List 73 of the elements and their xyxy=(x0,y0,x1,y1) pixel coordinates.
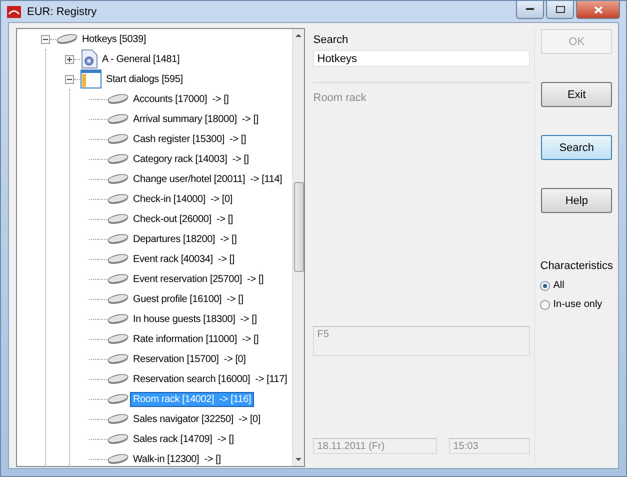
disc-icon xyxy=(107,233,129,245)
maximize-icon xyxy=(556,6,564,13)
tree-item[interactable]: Reservation [15700] -> [0] xyxy=(131,352,248,366)
disc-icon xyxy=(107,393,129,405)
radio-option[interactable]: In-use only xyxy=(540,299,615,310)
radio-button[interactable] xyxy=(540,300,550,310)
close-icon xyxy=(594,6,602,14)
tree-expander[interactable] xyxy=(41,34,50,44)
app-logo-icon xyxy=(7,6,21,18)
disc-icon xyxy=(107,173,129,185)
tree-expander[interactable] xyxy=(65,54,74,64)
disc-icon xyxy=(107,333,129,345)
tree-item[interactable]: Arrival summary [18000] -> [] xyxy=(131,112,260,126)
radio-label: In-use only xyxy=(553,299,602,310)
window-icon xyxy=(80,69,102,89)
radio-option[interactable]: All xyxy=(540,280,615,291)
dialog-button[interactable]: Search xyxy=(541,135,612,160)
tree-item[interactable]: A - General [1481] xyxy=(100,52,182,66)
description-text: Room rack xyxy=(313,92,368,104)
radio-button[interactable] xyxy=(540,280,550,290)
tree-item[interactable]: Event reservation [25700] -> [] xyxy=(131,272,266,286)
tree-item[interactable]: Rate information [11000] -> [] xyxy=(131,332,261,346)
tree-item[interactable]: Cash register [15300] -> [] xyxy=(131,132,248,146)
disc-icon xyxy=(107,93,129,105)
dialog-button[interactable]: Help xyxy=(541,188,612,213)
scrollbar[interactable] xyxy=(292,29,304,466)
window-title: EUR: Registry xyxy=(27,6,97,18)
maximize-button[interactable] xyxy=(546,1,574,19)
tree-item[interactable]: Start dialogs [595] xyxy=(104,72,185,86)
radio-label: All xyxy=(553,280,564,291)
tree-expander[interactable] xyxy=(65,74,74,84)
disc-icon xyxy=(107,413,129,425)
search-label: Search xyxy=(313,34,350,46)
tree-item[interactable]: Guest profile [16100] -> [] xyxy=(131,292,246,306)
tree-item[interactable]: Walk-in [12300] -> [] xyxy=(131,452,223,466)
disc-icon xyxy=(107,253,129,265)
scrollbar-thumb[interactable] xyxy=(294,182,304,272)
minus-icon xyxy=(43,36,48,42)
disc-icon xyxy=(107,213,129,225)
disc-icon xyxy=(56,33,78,45)
close-button[interactable] xyxy=(576,1,620,19)
characteristics-label: Characteristics xyxy=(540,260,614,272)
disc-icon xyxy=(107,313,129,325)
tree-item[interactable]: Departures [18200] -> [] xyxy=(131,232,239,246)
tree-item[interactable]: Check-in [14000] -> [0] xyxy=(131,192,234,206)
gear-document-icon xyxy=(80,49,98,69)
tree-item[interactable]: Check-out [26000] -> [] xyxy=(131,212,235,226)
minus-icon xyxy=(67,76,72,82)
disc-icon xyxy=(107,353,129,365)
tree-item[interactable]: Reservation search [16000] -> [117] xyxy=(131,372,290,386)
disc-icon xyxy=(107,153,129,165)
search-field[interactable]: Hotkeys xyxy=(313,50,530,67)
plus-icon xyxy=(67,56,72,62)
disc-icon xyxy=(107,193,129,205)
tree-item[interactable]: In house guests [18300] -> [] xyxy=(131,312,259,326)
disc-icon xyxy=(107,273,129,285)
disc-icon xyxy=(107,133,129,145)
scroll-down-icon[interactable] xyxy=(295,457,302,462)
disc-icon xyxy=(107,113,129,125)
tree-item[interactable]: Sales rack [14709] -> [] xyxy=(131,432,236,446)
tree-item[interactable]: Hotkeys [5039] xyxy=(80,32,148,46)
tree-item[interactable]: Event rack [40034] -> [] xyxy=(131,252,236,266)
tree-item[interactable]: Change user/hotel [20011] -> [114] xyxy=(131,172,284,186)
tree-item[interactable]: Category rack [14003] -> [] xyxy=(131,152,251,166)
tree-item[interactable]: Accounts [17000] -> [] xyxy=(131,92,231,106)
dialog-button[interactable]: Exit xyxy=(541,82,612,107)
disc-icon xyxy=(107,373,129,385)
disc-icon xyxy=(107,433,129,445)
tree-item[interactable]: Sales navigator [32250] -> [0] xyxy=(131,412,262,426)
minimize-icon xyxy=(526,8,534,11)
scroll-up-icon[interactable] xyxy=(295,33,302,38)
disc-icon xyxy=(107,293,129,305)
minimize-button[interactable] xyxy=(516,1,544,19)
